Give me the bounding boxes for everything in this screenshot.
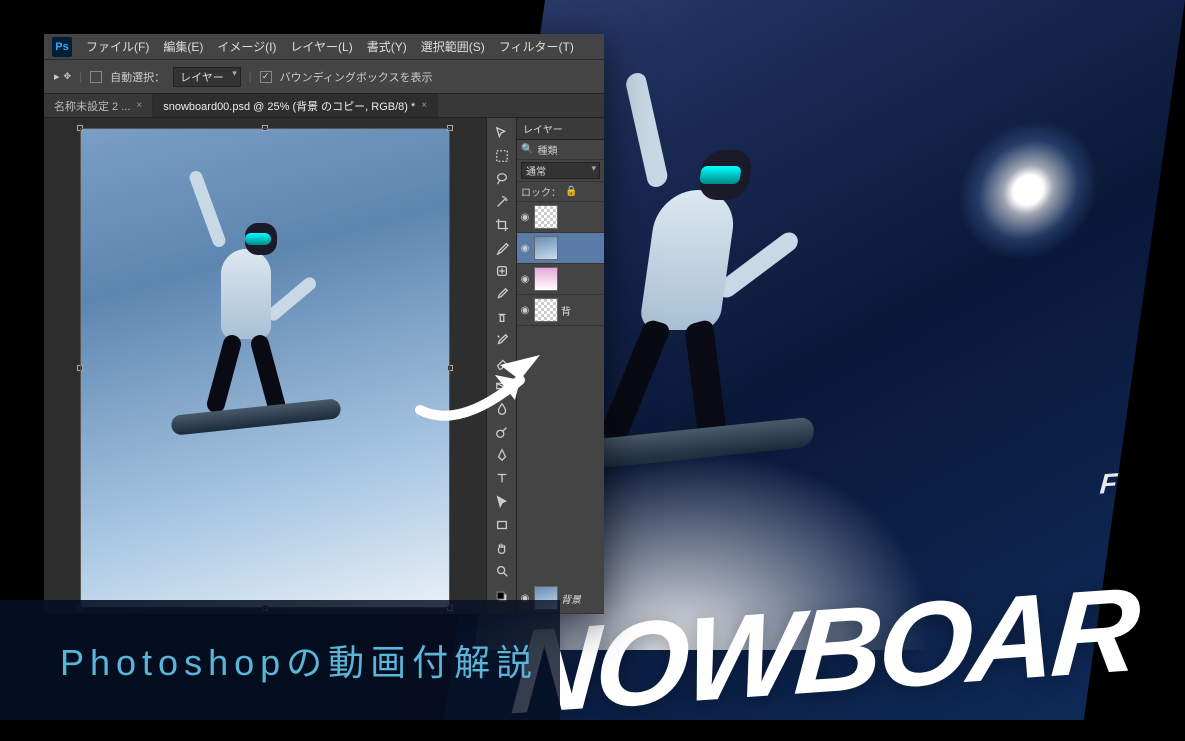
layer-thumb xyxy=(534,298,558,322)
ps-logo-icon: Ps xyxy=(52,37,72,57)
visibility-icon[interactable]: ◉ xyxy=(519,243,531,254)
eyedropper-tool[interactable] xyxy=(490,237,514,258)
eraser-tool[interactable] xyxy=(490,353,514,374)
document-tabs: 名称未設定 2 ... × snowboard00.psd @ 25% (背景 … xyxy=(44,94,604,118)
brush-tool[interactable] xyxy=(490,283,514,304)
move-tool[interactable] xyxy=(490,122,514,143)
caption-bar: Photoshopの動画付解説 xyxy=(0,600,560,720)
lasso-tool[interactable] xyxy=(490,168,514,189)
tools-palette xyxy=(486,118,516,614)
visibility-icon[interactable]: ◉ xyxy=(519,305,531,316)
rectangle-tool[interactable] xyxy=(490,514,514,535)
caption-text: Photoshopの動画付解説 xyxy=(60,634,538,686)
layer-thumb xyxy=(534,236,558,260)
options-bar: ▸✥ | 自動選択： レイヤー | バウンディングボックスを表示 xyxy=(44,60,604,94)
auto-select-label: 自動選択： xyxy=(110,69,165,85)
magic-wand-tool[interactable] xyxy=(490,191,514,212)
bbox-label: バウンディングボックスを表示 xyxy=(280,69,433,85)
layers-panel: レイヤー 🔍 種類 通常 ロック： 🔒 ◉ ◉ xyxy=(516,118,604,614)
transform-handle[interactable] xyxy=(77,125,83,131)
layer-thumb xyxy=(534,205,558,229)
layer-row[interactable]: ◉ xyxy=(517,233,604,264)
blur-tool[interactable] xyxy=(490,399,514,420)
tab-label-1: 名称未設定 2 ... xyxy=(54,98,130,114)
kind-label: 種類 xyxy=(537,142,557,157)
bbox-checkbox[interactable] xyxy=(260,71,272,83)
layer-row[interactable]: ◉ 背 xyxy=(517,295,604,326)
history-brush-tool[interactable] xyxy=(490,330,514,351)
kind-filter-icon[interactable]: 🔍 xyxy=(521,144,533,155)
zoom-tool[interactable] xyxy=(490,560,514,581)
transform-handle[interactable] xyxy=(262,125,268,131)
layer-row[interactable]: ◉ xyxy=(517,264,604,295)
menu-bar: Ps ファイル(F) 編集(E) イメージ(I) レイヤー(L) 書式(Y) 選… xyxy=(44,34,604,60)
canvas-area[interactable] xyxy=(44,118,486,614)
lock-label: ロック： xyxy=(521,184,561,199)
auto-select-dropdown[interactable]: レイヤー xyxy=(173,67,241,87)
photoshop-window: Ps ファイル(F) 編集(E) イメージ(I) レイヤー(L) 書式(Y) 選… xyxy=(44,34,604,614)
auto-select-checkbox[interactable] xyxy=(90,71,102,83)
path-select-tool[interactable] xyxy=(490,491,514,512)
tab-label-2: snowboard00.psd @ 25% (背景 のコピー, RGB/8) * xyxy=(163,98,415,114)
blend-mode-dropdown[interactable]: 通常 xyxy=(521,162,600,179)
menu-select[interactable]: 選択範囲(S) xyxy=(421,38,485,55)
move-tool-indicator: ▸✥ xyxy=(54,70,71,83)
layer-row[interactable]: ◉ xyxy=(517,202,604,233)
layer-thumb xyxy=(534,267,558,291)
pen-tool[interactable] xyxy=(490,445,514,466)
poster-small-text: F xyxy=(1099,467,1118,500)
document-tab-2[interactable]: snowboard00.psd @ 25% (背景 のコピー, RGB/8) *… xyxy=(153,94,438,117)
menu-file[interactable]: ファイル(F) xyxy=(86,38,149,55)
visibility-icon[interactable]: ◉ xyxy=(519,212,531,223)
canvas-document[interactable] xyxy=(80,128,450,608)
layers-tab[interactable]: レイヤー xyxy=(517,118,604,140)
lock-icon[interactable]: 🔒 xyxy=(565,186,577,197)
healing-brush-tool[interactable] xyxy=(490,260,514,281)
document-tab-1[interactable]: 名称未設定 2 ... × xyxy=(44,94,153,117)
type-tool[interactable] xyxy=(490,468,514,489)
transform-handle[interactable] xyxy=(447,125,453,131)
transform-handle[interactable] xyxy=(447,365,453,371)
close-icon[interactable]: × xyxy=(136,100,142,111)
menu-filter[interactable]: フィルター(T) xyxy=(499,38,574,55)
menu-layer[interactable]: レイヤー(L) xyxy=(290,38,352,55)
menu-edit[interactable]: 編集(E) xyxy=(163,38,203,55)
close-icon[interactable]: × xyxy=(421,100,427,111)
menu-type[interactable]: 書式(Y) xyxy=(367,38,407,55)
hand-tool[interactable] xyxy=(490,537,514,558)
marquee-tool[interactable] xyxy=(490,145,514,166)
gradient-tool[interactable] xyxy=(490,376,514,397)
clone-stamp-tool[interactable] xyxy=(490,307,514,328)
visibility-icon[interactable]: ◉ xyxy=(519,274,531,285)
dodge-tool[interactable] xyxy=(490,422,514,443)
layer-name: 背 xyxy=(561,303,571,318)
transform-handle[interactable] xyxy=(77,365,83,371)
menu-image[interactable]: イメージ(I) xyxy=(217,38,276,55)
layer-name: 背景 xyxy=(561,591,581,606)
crop-tool[interactable] xyxy=(490,214,514,235)
